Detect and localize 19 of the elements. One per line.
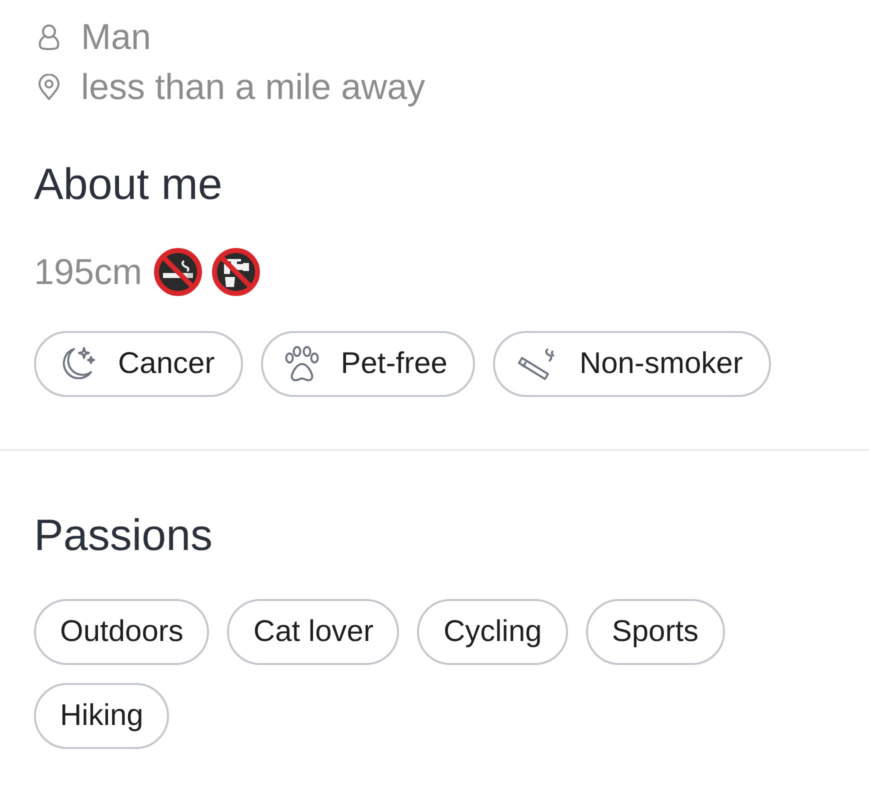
chip-label: Pet-free [340,346,448,382]
height-text: 195cm [34,251,142,293]
passion-tag: Outdoors [34,599,210,665]
passion-tag: Sports [586,599,725,665]
passion-tag: Cycling [417,599,568,665]
passion-tag: Hiking [34,683,170,749]
passion-tag: Cat lover [227,599,400,665]
no-smoking-icon [154,248,202,296]
detail-text: less than a mile away [81,66,426,108]
section-heading: About me [34,159,222,211]
cigarette-icon [517,347,558,381]
chip-label: Cancer [118,346,215,382]
location-pin-icon [38,74,60,100]
person-icon [38,24,60,50]
section-heading: Passions [34,510,213,562]
chip-label: Non-smoker [579,346,743,382]
paw-icon [284,346,319,382]
no-drinking-water-icon [212,248,260,296]
detail-text: Man [81,16,152,58]
